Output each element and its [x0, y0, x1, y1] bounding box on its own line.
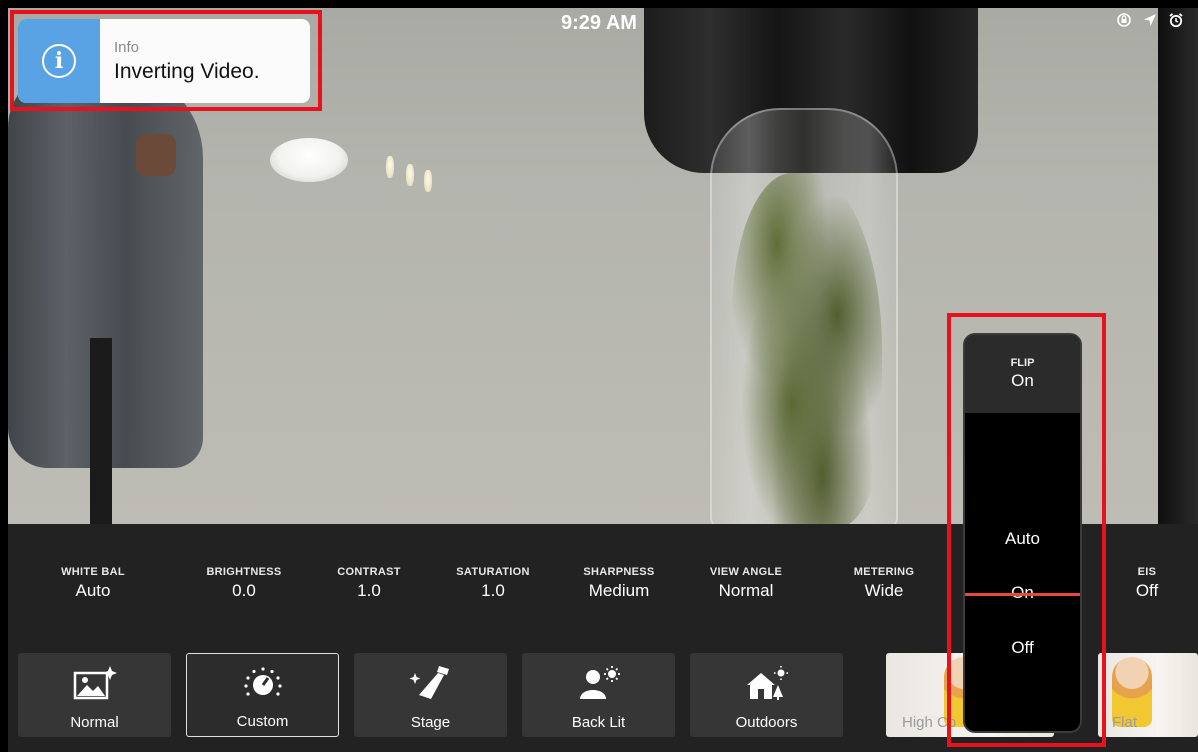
right-curtain — [1158, 8, 1198, 524]
stand-pole — [90, 338, 112, 524]
setting-value: Auto — [75, 581, 111, 600]
setting-eis[interactable]: EIS Off — [1107, 566, 1187, 601]
setting-label: EIS — [1137, 566, 1157, 578]
backlit-person-icon — [579, 666, 620, 699]
image-sparkle-icon — [73, 666, 117, 700]
preset-label: Outdoors — [735, 714, 798, 731]
picker-option-off[interactable]: Off — [965, 638, 1080, 658]
picker-option-auto[interactable]: Auto — [965, 529, 1080, 549]
candle-light — [386, 156, 394, 178]
setting-metering[interactable]: METERING Wide — [829, 566, 939, 601]
location-arrow-icon — [1142, 12, 1158, 32]
setting-sharpness[interactable]: SHARPNESS Medium — [549, 566, 689, 601]
picker-current-value: On — [1011, 371, 1034, 390]
candle-light — [406, 164, 414, 186]
setting-label: VIEW ANGLE — [709, 566, 783, 578]
setting-brightness[interactable]: BRIGHTNESS 0.0 — [174, 566, 314, 601]
alarm-icon — [1168, 12, 1184, 32]
info-icon: i — [42, 44, 76, 78]
setting-value: Off — [1135, 581, 1159, 600]
setting-contrast[interactable]: CONTRAST 1.0 — [299, 566, 439, 601]
toast-icon-box: i — [18, 19, 100, 103]
preset-custom[interactable]: Custom — [186, 653, 339, 737]
setting-label: METERING — [853, 566, 915, 578]
setting-label: CONTRAST — [337, 566, 401, 578]
ceiling-light — [270, 138, 348, 182]
plant — [732, 173, 882, 524]
toast-message: Inverting Video. — [114, 59, 260, 83]
curtain-tie — [136, 134, 176, 176]
preset-back-lit[interactable]: Back Lit — [522, 653, 675, 737]
candle-light — [424, 170, 432, 192]
rotation-lock-icon — [1116, 12, 1132, 32]
custom-dial-icon — [243, 667, 282, 696]
thumb-label: Flat — [1112, 714, 1138, 731]
outdoors-house-icon — [746, 666, 788, 700]
preset-label: Back Lit — [571, 714, 626, 731]
setting-value: Wide — [864, 581, 904, 600]
setting-label: SHARPNESS — [583, 566, 655, 578]
preset-label: Stage — [410, 714, 451, 731]
preset-label: Custom — [236, 713, 289, 730]
picker-selection-line — [965, 593, 1080, 596]
preset-normal[interactable]: Normal — [18, 653, 171, 737]
setting-value: 1.0 — [481, 581, 505, 600]
setting-value: Normal — [718, 581, 774, 600]
setting-value: Medium — [588, 581, 650, 600]
info-toast[interactable]: i Info Inverting Video. — [18, 19, 310, 103]
setting-view-angle[interactable]: VIEW ANGLE Normal — [676, 566, 816, 601]
setting-label: WHITE BAL — [61, 566, 125, 578]
status-icons — [1116, 12, 1184, 32]
setting-label: SATURATION — [456, 566, 530, 578]
style-thumb-flat[interactable]: Flat — [1098, 653, 1198, 737]
picker-header: FLIP On — [965, 335, 1080, 413]
setting-value: 0.0 — [232, 581, 256, 600]
setting-label: BRIGHTNESS — [206, 566, 282, 578]
toast-title: Info — [114, 38, 140, 56]
flip-picker[interactable]: FLIP On Auto On Off — [963, 333, 1082, 733]
stage-spotlight-icon — [409, 666, 449, 699]
setting-saturation[interactable]: SATURATION 1.0 — [423, 566, 563, 601]
setting-value: 1.0 — [357, 581, 381, 600]
preset-stage[interactable]: Stage — [354, 653, 507, 737]
setting-white-balance[interactable]: WHITE BAL Auto — [23, 566, 163, 601]
preset-outdoors[interactable]: Outdoors — [690, 653, 843, 737]
picker-title: FLIP — [1010, 357, 1035, 369]
preset-label: Normal — [70, 714, 119, 731]
